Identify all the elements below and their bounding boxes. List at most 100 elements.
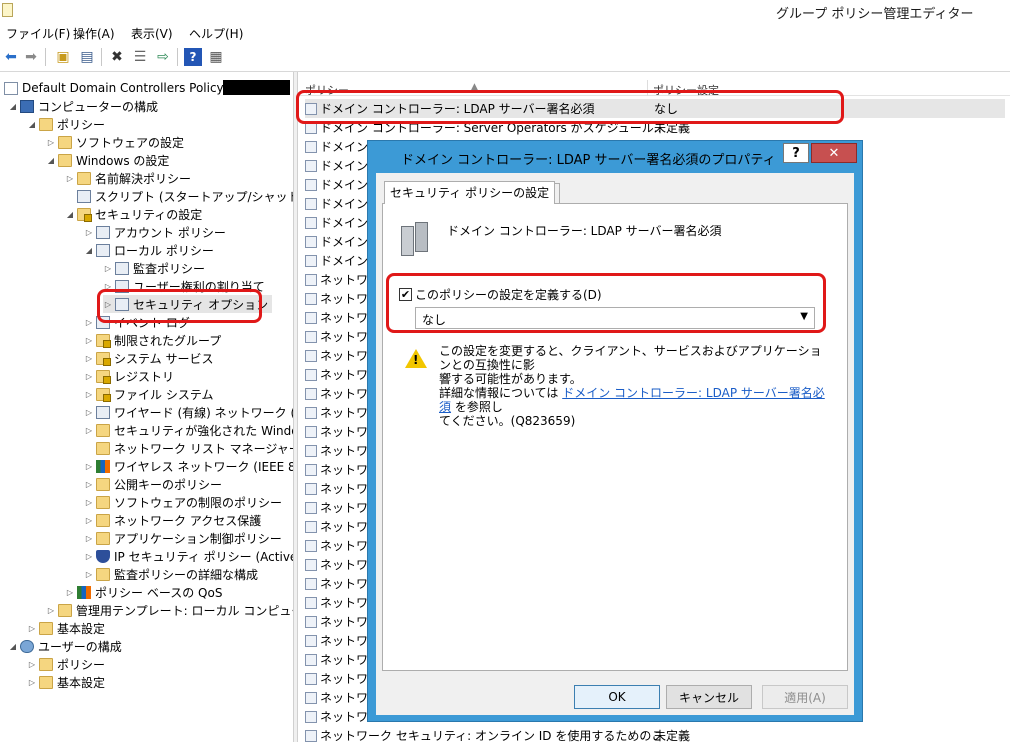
- expanded-arrow-icon[interactable]: ◢: [84, 246, 94, 255]
- tree-node-admin-templates[interactable]: ▷管理用テンプレート: ローカル コンピューターから取得したポリシー: [46, 601, 293, 619]
- tree-node-registry[interactable]: ▷ レジストリ: [84, 367, 174, 385]
- list-row[interactable]: ドメイン コントローラー: Server Operators がスケジュール..…: [305, 118, 1005, 137]
- tab-security-policy-setting[interactable]: セキュリティ ポリシーの設定: [384, 181, 556, 204]
- menu-file[interactable]: ファイル(F): [6, 25, 70, 42]
- collapsed-arrow-icon[interactable]: ▷: [27, 660, 37, 669]
- folder-icon: [77, 171, 91, 185]
- help-icon[interactable]: ?: [184, 48, 202, 66]
- collapsed-arrow-icon[interactable]: ▷: [46, 606, 56, 615]
- collapsed-arrow-icon[interactable]: ▷: [84, 534, 94, 543]
- tree-node-windows-settings[interactable]: ◢ Windows の設定: [46, 151, 169, 169]
- collapsed-arrow-icon[interactable]: ▷: [84, 552, 94, 561]
- tree-node-name-resolution[interactable]: ▷ 名前解決ポリシー: [65, 169, 191, 187]
- collapsed-arrow-icon[interactable]: ▷: [84, 318, 94, 327]
- tree-node-app-control[interactable]: ▷ アプリケーション制御ポリシー: [84, 529, 282, 547]
- tree-node-local-policy[interactable]: ◢ ローカル ポリシー: [84, 241, 214, 259]
- collapsed-arrow-icon[interactable]: ▷: [84, 516, 94, 525]
- menu-view[interactable]: 表示(V): [131, 25, 173, 42]
- tree-node-qos[interactable]: ▷ ポリシー ベースの QoS: [65, 583, 222, 601]
- tree-root[interactable]: Default Domain Controllers Policy: [4, 79, 224, 97]
- tree-node-user-config[interactable]: ◢ ユーザーの構成: [8, 637, 122, 655]
- tree-node-user-rights[interactable]: ▷ ユーザー権利の割り当て: [103, 277, 265, 295]
- collapsed-arrow-icon[interactable]: ▷: [84, 228, 94, 237]
- ldap-signing-select[interactable]: なし ▼: [415, 307, 815, 329]
- collapsed-arrow-icon[interactable]: ▷: [84, 372, 94, 381]
- folder-icon: [58, 153, 72, 167]
- collapsed-arrow-icon[interactable]: ▷: [103, 300, 113, 309]
- collapsed-arrow-icon[interactable]: ▷: [84, 390, 94, 399]
- help-button[interactable]: ?: [783, 143, 809, 163]
- collapsed-arrow-icon[interactable]: ▷: [84, 408, 94, 417]
- tree-node-account-policy[interactable]: ▷ アカウント ポリシー: [84, 223, 226, 241]
- column-header-setting[interactable]: ポリシー設定: [653, 82, 719, 98]
- tree-node-ipsec[interactable]: ▷IP セキュリティ ポリシー (Active Directory): [84, 547, 293, 565]
- tree-node-policy[interactable]: ◢ ポリシー: [27, 115, 105, 133]
- properties-icon[interactable]: ☰: [131, 48, 149, 66]
- collapsed-arrow-icon[interactable]: ▷: [84, 336, 94, 345]
- list-row[interactable]: ネットワーク セキュリティ: オンライン ID を使用するためのこのコンピ...…: [305, 726, 1005, 742]
- tree-node-firewall[interactable]: ▷セキュリティが強化された Windows ファイアウォール: [84, 421, 293, 439]
- expanded-arrow-icon[interactable]: ◢: [46, 156, 56, 165]
- back-icon[interactable]: ⬅: [2, 48, 20, 66]
- tree-node-event-log[interactable]: ▷ イベント ログ: [84, 313, 190, 331]
- folder-icon: [39, 657, 53, 671]
- tree-node-audit-policy[interactable]: ▷ 監査ポリシー: [103, 259, 205, 277]
- expanded-arrow-icon[interactable]: ◢: [65, 210, 75, 219]
- dialog-title-bar[interactable]: ドメイン コントローラー: LDAP サーバー署名必須のプロパティ ? ✕: [368, 141, 862, 173]
- tree-node-public-key[interactable]: ▷ 公開キーのポリシー: [84, 475, 222, 493]
- collapsed-arrow-icon[interactable]: ▷: [103, 282, 113, 291]
- ok-button[interactable]: OK: [574, 685, 660, 709]
- tree-node-network-list-manager[interactable]: ネットワーク リスト マネージャー ポリシー: [96, 439, 293, 457]
- collapsed-arrow-icon[interactable]: ▷: [27, 624, 37, 633]
- define-policy-row[interactable]: ✔ このポリシーの設定を定義する(D): [399, 286, 602, 303]
- tree-node-security-options[interactable]: ▷ セキュリティ オプション: [103, 295, 273, 313]
- tree-node-security-settings[interactable]: ◢ セキュリティの設定: [65, 205, 202, 223]
- collapsed-arrow-icon[interactable]: ▷: [84, 480, 94, 489]
- tree-node-file-system[interactable]: ▷ ファイル システム: [84, 385, 213, 403]
- view-icon[interactable]: ▦: [207, 48, 225, 66]
- tree-node-software-settings[interactable]: ▷ ソフトウェアの設定: [46, 133, 184, 151]
- collapsed-arrow-icon[interactable]: ▷: [84, 462, 94, 471]
- list-row-name: ドメイン コントローラー: Server Operators がスケジュール..…: [320, 121, 660, 135]
- tree-node-system-services[interactable]: ▷ システム サービス: [84, 349, 213, 367]
- collapsed-arrow-icon[interactable]: ▷: [65, 588, 75, 597]
- tree-node-software-restriction[interactable]: ▷ ソフトウェアの制限のポリシー: [84, 493, 282, 511]
- collapsed-arrow-icon[interactable]: ▷: [65, 174, 75, 183]
- cancel-button[interactable]: キャンセル: [666, 685, 752, 709]
- collapsed-arrow-icon[interactable]: ▷: [46, 138, 56, 147]
- tree-node-wired-network[interactable]: ▷ワイヤード (有線) ネットワーク (IEEE 802.3) ポリシー: [84, 403, 293, 421]
- forward-icon[interactable]: ➡: [22, 48, 40, 66]
- tree-node-computer-config[interactable]: ◢ コンピューターの構成: [8, 97, 158, 115]
- expanded-arrow-icon[interactable]: ◢: [27, 120, 37, 129]
- tree-node-scripts[interactable]: スクリプト (スタートアップ/シャットダウン): [77, 187, 293, 205]
- collapsed-arrow-icon[interactable]: ▷: [84, 354, 94, 363]
- delete-icon[interactable]: ✖: [108, 48, 126, 66]
- tree-node-restricted-groups[interactable]: ▷ 制限されたグループ: [84, 331, 221, 349]
- pane-splitter[interactable]: [293, 72, 298, 742]
- up-folder-icon[interactable]: ▣: [54, 48, 72, 66]
- collapsed-arrow-icon[interactable]: ▷: [84, 498, 94, 507]
- list-row[interactable]: ドメイン コントローラー: LDAP サーバー署名必須 なし: [305, 99, 1005, 118]
- close-button[interactable]: ✕: [811, 143, 857, 163]
- policy-item-icon: [305, 292, 317, 305]
- expanded-arrow-icon[interactable]: ◢: [8, 102, 18, 111]
- ipsec-icon: [96, 549, 110, 563]
- expanded-arrow-icon[interactable]: ◢: [8, 642, 18, 651]
- collapsed-arrow-icon[interactable]: ▷: [27, 678, 37, 687]
- tree-node-nap[interactable]: ▷ ネットワーク アクセス保護: [84, 511, 261, 529]
- tree-node-advanced-audit[interactable]: ▷ 監査ポリシーの詳細な構成: [84, 565, 258, 583]
- collapsed-arrow-icon[interactable]: ▷: [103, 264, 113, 273]
- define-policy-checkbox[interactable]: ✔: [399, 288, 412, 301]
- tree-node-user-preferences[interactable]: ▷ 基本設定: [27, 673, 105, 691]
- column-header-policy[interactable]: ポリシー: [305, 82, 349, 98]
- collapsed-arrow-icon[interactable]: ▷: [84, 570, 94, 579]
- menu-action[interactable]: 操作(A): [73, 25, 115, 42]
- apply-button[interactable]: 適用(A): [762, 685, 848, 709]
- export-icon[interactable]: ⇨: [154, 48, 172, 66]
- menu-help[interactable]: ヘルプ(H): [189, 25, 243, 42]
- tree-node-preferences[interactable]: ▷ 基本設定: [27, 619, 105, 637]
- show-hide-tree-icon[interactable]: ▤: [78, 48, 96, 66]
- tree-node-user-policy[interactable]: ▷ ポリシー: [27, 655, 105, 673]
- tree-node-wireless-network[interactable]: ▷ワイヤレス ネットワーク (IEEE 802.11) ポリシー: [84, 457, 293, 475]
- collapsed-arrow-icon[interactable]: ▷: [84, 426, 94, 435]
